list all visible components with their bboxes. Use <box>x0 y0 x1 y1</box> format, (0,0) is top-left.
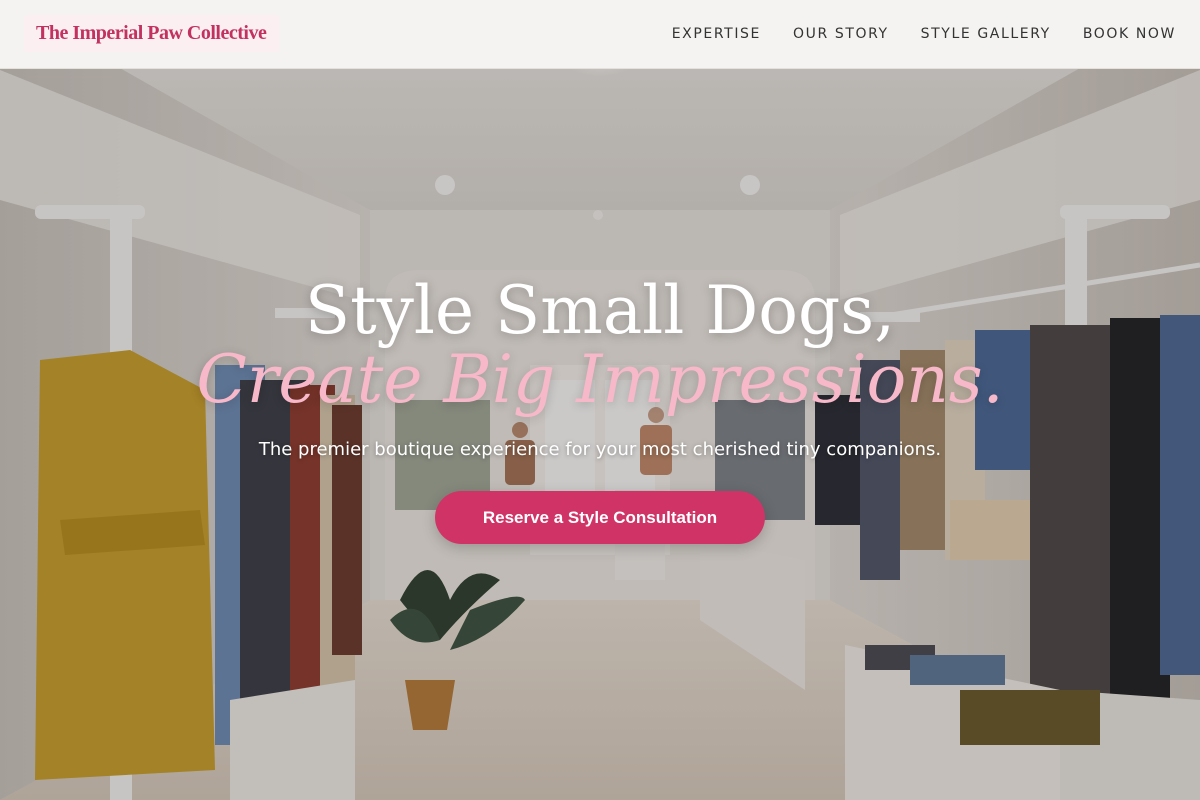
site-header: The Imperial Paw Collective EXPERTISE OU… <box>0 0 1200 69</box>
hero-section <box>0 69 1200 800</box>
nav-link-style-gallery[interactable]: STYLE GALLERY <box>921 26 1051 42</box>
hero-headline-line1: Style Small Dogs, <box>304 272 896 349</box>
hero-overlay <box>0 69 1200 800</box>
main-nav: EXPERTISE OUR STORY STYLE GALLERY BOOK N… <box>672 0 1176 68</box>
reserve-consultation-button[interactable]: Reserve a Style Consultation <box>435 491 765 544</box>
hero-headline-line2: Create Big Impressions. <box>196 341 1004 418</box>
brand-logo[interactable]: The Imperial Paw Collective <box>24 15 279 52</box>
nav-link-our-story[interactable]: OUR STORY <box>793 26 889 42</box>
hero-subtitle: The premier boutique experience for your… <box>258 439 942 460</box>
nav-link-expertise[interactable]: EXPERTISE <box>672 26 761 42</box>
landing-page: The Imperial Paw Collective EXPERTISE OU… <box>0 0 1200 800</box>
nav-link-book-now[interactable]: BOOK NOW <box>1083 26 1176 42</box>
